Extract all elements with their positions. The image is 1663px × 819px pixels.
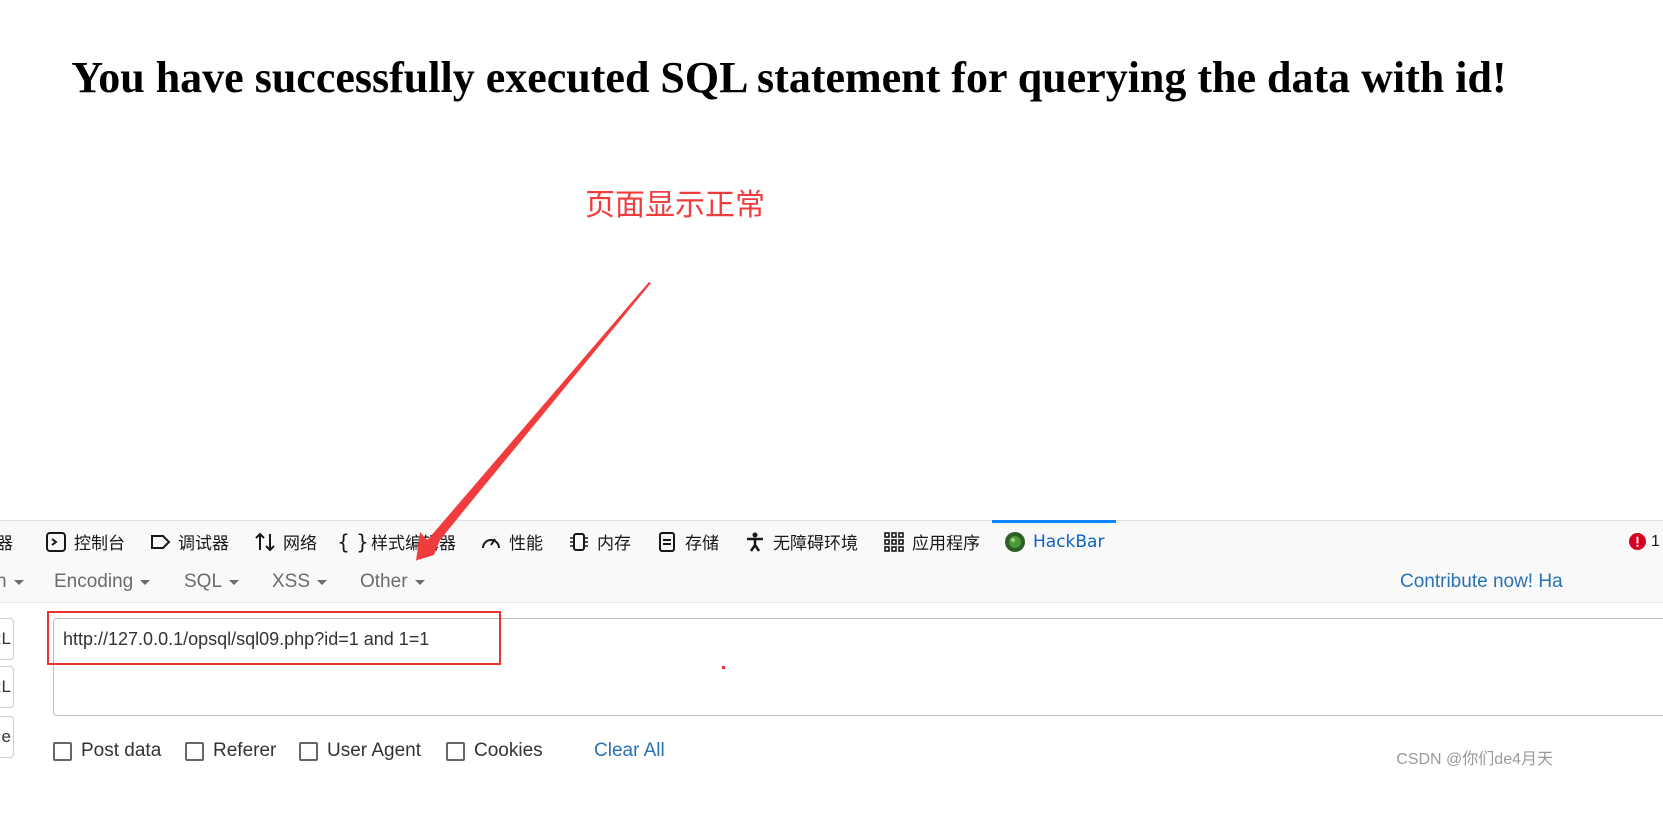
tab-label: HackBar <box>1033 531 1105 552</box>
menu-label: n <box>0 571 7 592</box>
storage-icon <box>656 531 678 553</box>
tab-label: 存储 <box>685 534 719 554</box>
contribute-link[interactable]: Contribute now! Ha <box>1400 562 1563 602</box>
tab-label: 无障碍环境 <box>773 534 858 554</box>
option-label: User Agent <box>327 740 421 761</box>
menu-xss[interactable]: XSS <box>272 562 328 602</box>
tab-performance[interactable]: 性能 <box>480 521 543 562</box>
devtools-panel: 器 控制台 调试器 网络 { } 样式编辑器 性能 内存 存储 无障碍环境 应用… <box>0 520 1663 819</box>
network-icon <box>254 531 276 553</box>
tab-style-editor[interactable]: { } 样式编辑器 <box>337 521 456 562</box>
tab-console[interactable]: 控制台 <box>45 521 125 562</box>
debugger-icon <box>149 531 171 553</box>
tab-label: 网络 <box>283 534 317 554</box>
error-count: 1 <box>1651 532 1660 550</box>
tab-application[interactable]: 应用程序 <box>883 521 980 562</box>
console-icon <box>45 531 67 553</box>
tab-label: 调试器 <box>178 534 229 554</box>
cookies-option[interactable]: Cookies <box>446 740 543 762</box>
menu-label: Other <box>360 571 408 592</box>
tab-debugger[interactable]: 调试器 <box>149 521 229 562</box>
chevron-down-icon <box>13 579 24 585</box>
menu-label: Encoding <box>54 571 134 592</box>
execute-button[interactable]: e <box>0 716 14 758</box>
chevron-down-icon <box>317 579 328 585</box>
tab-inspector[interactable]: 器 <box>0 521 13 562</box>
menu-other[interactable]: Other <box>360 562 425 602</box>
tab-memory[interactable]: 内存 <box>568 521 631 562</box>
application-icon <box>883 531 905 553</box>
performance-icon <box>480 531 502 553</box>
error-icon <box>1629 533 1646 550</box>
option-label: Referer <box>213 740 277 761</box>
tab-label: 性能 <box>509 534 543 554</box>
tab-label: 控制台 <box>74 534 125 554</box>
split-url-button[interactable]: RL <box>0 666 14 708</box>
tab-accessibility[interactable]: 无障碍环境 <box>744 521 858 562</box>
tab-label: 内存 <box>597 534 631 554</box>
user-agent-checkbox[interactable] <box>299 741 318 761</box>
option-label: Post data <box>81 740 162 761</box>
menu-sql[interactable]: SQL <box>184 562 240 602</box>
style-editor-icon: { } <box>337 529 369 554</box>
option-label: Cookies <box>474 740 543 761</box>
error-count-badge[interactable]: 1 <box>1629 521 1663 562</box>
chevron-down-icon <box>414 579 425 585</box>
referer-option[interactable]: Referer <box>185 740 276 762</box>
chevron-down-icon <box>140 579 151 585</box>
menu-encoding[interactable]: Encoding <box>54 562 151 602</box>
highlight-box <box>47 611 501 665</box>
hackbar-icon <box>1004 531 1026 553</box>
devtools-tabbar: 器 控制台 调试器 网络 { } 样式编辑器 性能 内存 存储 无障碍环境 应用… <box>0 520 1663 563</box>
referer-checkbox[interactable] <box>185 741 204 761</box>
memory-icon <box>568 531 590 553</box>
watermark: CSDN @你们de4月天 <box>1396 751 1553 768</box>
post-data-checkbox[interactable] <box>53 741 72 761</box>
tab-label: 器 <box>0 534 13 554</box>
tab-network[interactable]: 网络 <box>254 521 317 562</box>
cookies-checkbox[interactable] <box>446 741 465 761</box>
tab-label: 应用程序 <box>912 534 980 554</box>
accessibility-icon <box>744 531 766 553</box>
post-data-option[interactable]: Post data <box>53 740 161 762</box>
red-dot <box>722 666 725 669</box>
clear-all-link[interactable]: Clear All <box>594 740 665 762</box>
load-url-button[interactable]: RL <box>0 618 14 660</box>
tab-storage[interactable]: 存储 <box>656 521 719 562</box>
menu-label: XSS <box>272 571 311 592</box>
tab-label: 样式编辑器 <box>371 534 456 554</box>
chevron-down-icon <box>229 579 240 585</box>
annotation-text: 页面显示正常 <box>585 188 765 223</box>
tab-hackbar[interactable]: HackBar <box>991 520 1117 562</box>
hackbar-menubar: n Encoding SQL XSS Other Contribute now!… <box>0 562 1663 603</box>
page-title: You have successfully executed SQL state… <box>71 53 1507 102</box>
user-agent-option[interactable]: User Agent <box>299 740 421 762</box>
menu-label: SQL <box>184 571 223 592</box>
menu-load-url[interactable]: n <box>0 562 24 602</box>
